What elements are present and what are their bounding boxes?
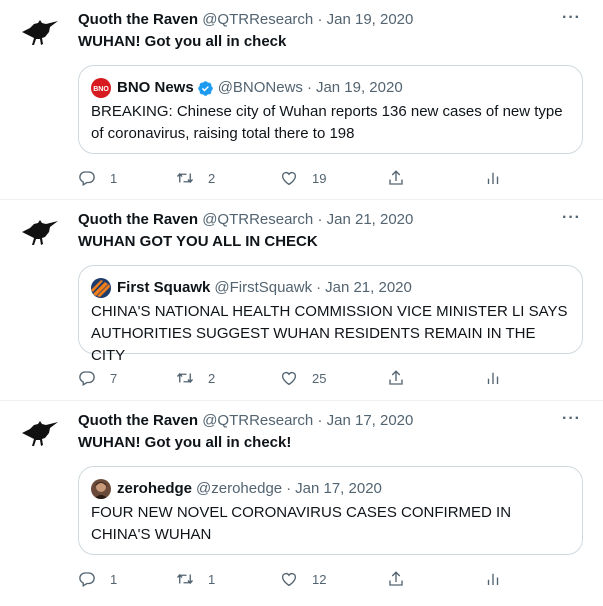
- more-options-icon[interactable]: ···: [562, 411, 581, 427]
- retweet-button[interactable]: 2: [176, 168, 215, 188]
- like-button[interactable]: 25: [280, 368, 326, 388]
- quoted-tweet[interactable]: First Squawk @FirstSquawk · Jan 21, 2020…: [78, 265, 583, 364]
- quoted-author-name: First Squawk: [117, 279, 211, 296]
- quoted-tweet[interactable]: BNO BNO News @BNONews · Jan 19, 2020 BRE…: [78, 65, 583, 154]
- reply-icon: [79, 371, 95, 386]
- separator-dot: ·: [286, 480, 292, 497]
- retweet-count: 2: [208, 370, 216, 386]
- first-squawk-logo-icon: [91, 278, 111, 298]
- like-count: 19: [312, 170, 327, 186]
- retweet-icon: [176, 573, 194, 585]
- reply-button[interactable]: 1: [78, 569, 117, 589]
- heart-icon: [281, 572, 297, 587]
- reply-count: 7: [110, 370, 118, 386]
- raven-icon[interactable]: [20, 16, 60, 48]
- quoted-tweet-text: FOUR NEW NOVEL CORONAVIRUS CASES CONFIRM…: [91, 504, 512, 543]
- author-handle[interactable]: @QTRResearch: [202, 412, 313, 429]
- tweet-text: WUHAN GOT YOU ALL IN CHECK: [78, 233, 318, 250]
- share-icon: [389, 370, 403, 385]
- analytics-button[interactable]: [484, 569, 502, 589]
- share-button[interactable]: [387, 569, 405, 589]
- analytics-button[interactable]: [484, 368, 502, 388]
- retweet-icon: [176, 372, 194, 384]
- tweet[interactable]: Quoth the Raven @QTRResearch · Jan 21, 2…: [0, 200, 603, 401]
- tweet-date[interactable]: Jan 21, 2020: [327, 211, 414, 228]
- analytics-icon: [487, 372, 499, 384]
- tweet-date[interactable]: Jan 19, 2020: [327, 11, 414, 28]
- share-button[interactable]: [387, 168, 405, 188]
- quoted-tweet-header: zerohedge @zerohedge · Jan 17, 2020: [91, 479, 382, 499]
- reply-count: 1: [110, 571, 118, 587]
- like-count: 25: [312, 370, 327, 386]
- tweet-header: Quoth the Raven @QTRResearch · Jan 21, 2…: [78, 210, 413, 230]
- quoted-tweet[interactable]: zerohedge @zerohedge · Jan 17, 2020 FOUR…: [78, 466, 583, 555]
- retweet-count: 2: [208, 170, 216, 186]
- like-count: 12: [312, 571, 327, 587]
- heart-icon: [281, 371, 297, 386]
- tweet[interactable]: Quoth the Raven @QTRResearch · Jan 19, 2…: [0, 0, 603, 200]
- quoted-author-name: BNO News: [117, 79, 194, 96]
- quoted-tweet-header: First Squawk @FirstSquawk · Jan 21, 2020: [91, 278, 412, 298]
- tweet-text: WUHAN! Got you all in check: [78, 33, 287, 50]
- analytics-button[interactable]: [484, 168, 502, 188]
- bno-news-logo-icon: BNO: [91, 78, 111, 98]
- retweet-count: 1: [208, 571, 216, 587]
- quoted-tweet-text: BREAKING: Chinese city of Wuhan reports …: [91, 103, 563, 142]
- share-button[interactable]: [387, 368, 405, 388]
- author-name[interactable]: Quoth the Raven: [78, 11, 198, 28]
- separator-dot: ·: [316, 279, 322, 296]
- retweet-icon: [176, 172, 194, 184]
- author-name[interactable]: Quoth the Raven: [78, 412, 198, 429]
- tweet-actions: 1 2 19: [78, 168, 598, 188]
- raven-icon[interactable]: [20, 417, 60, 449]
- quoted-tweet-date: Jan 19, 2020: [315, 79, 403, 96]
- quoted-tweet-text: CHINA'S NATIONAL HEALTH COMMISSION VICE …: [91, 303, 568, 364]
- svg-text:BNO: BNO: [93, 86, 109, 93]
- quoted-author-handle: @BNONews: [217, 79, 303, 96]
- like-button[interactable]: 12: [280, 569, 326, 589]
- reply-icon: [79, 171, 95, 186]
- reply-icon: [79, 572, 95, 587]
- tweet-header: Quoth the Raven @QTRResearch · Jan 17, 2…: [78, 411, 413, 431]
- quoted-tweet-date: Jan 21, 2020: [325, 279, 412, 296]
- like-button[interactable]: 19: [280, 168, 326, 188]
- author-handle[interactable]: @QTRResearch: [202, 11, 313, 28]
- zerohedge-avatar-icon: [91, 479, 111, 499]
- share-icon: [389, 170, 403, 185]
- raven-icon[interactable]: [20, 216, 60, 248]
- reply-button[interactable]: 1: [78, 168, 117, 188]
- retweet-button[interactable]: 2: [176, 368, 215, 388]
- reply-count: 1: [110, 170, 118, 186]
- author-name[interactable]: Quoth the Raven: [78, 211, 198, 228]
- separator-dot: ·: [317, 211, 323, 228]
- verified-badge-icon: [197, 80, 213, 96]
- more-options-icon[interactable]: ···: [562, 210, 581, 226]
- quoted-tweet-date: Jan 17, 2020: [295, 480, 382, 497]
- retweet-button[interactable]: 1: [176, 569, 215, 589]
- separator-dot: ·: [317, 412, 323, 429]
- separator-dot: ·: [317, 11, 323, 28]
- more-options-icon[interactable]: ···: [562, 10, 581, 26]
- tweet[interactable]: Quoth the Raven @QTRResearch · Jan 17, 2…: [0, 401, 603, 606]
- tweet-date[interactable]: Jan 17, 2020: [327, 412, 414, 429]
- heart-icon: [281, 171, 297, 186]
- analytics-icon: [487, 573, 499, 585]
- quoted-author-handle: @FirstSquawk: [214, 279, 313, 296]
- author-handle[interactable]: @QTRResearch: [202, 211, 313, 228]
- tweet-text: WUHAN! Got you all in check!: [78, 434, 292, 451]
- tweet-actions: 1 1 12: [78, 569, 598, 589]
- share-icon: [389, 571, 403, 586]
- tweet-actions: 7 2 25: [78, 368, 598, 388]
- reply-button[interactable]: 7: [78, 368, 117, 388]
- quoted-author-name: zerohedge: [117, 480, 193, 497]
- tweet-header: Quoth the Raven @QTRResearch · Jan 19, 2…: [78, 10, 413, 30]
- quoted-author-handle: @zerohedge: [196, 480, 283, 497]
- analytics-icon: [487, 172, 499, 184]
- quoted-tweet-header: BNO BNO News @BNONews · Jan 19, 2020: [91, 78, 403, 98]
- separator-dot: ·: [306, 79, 312, 96]
